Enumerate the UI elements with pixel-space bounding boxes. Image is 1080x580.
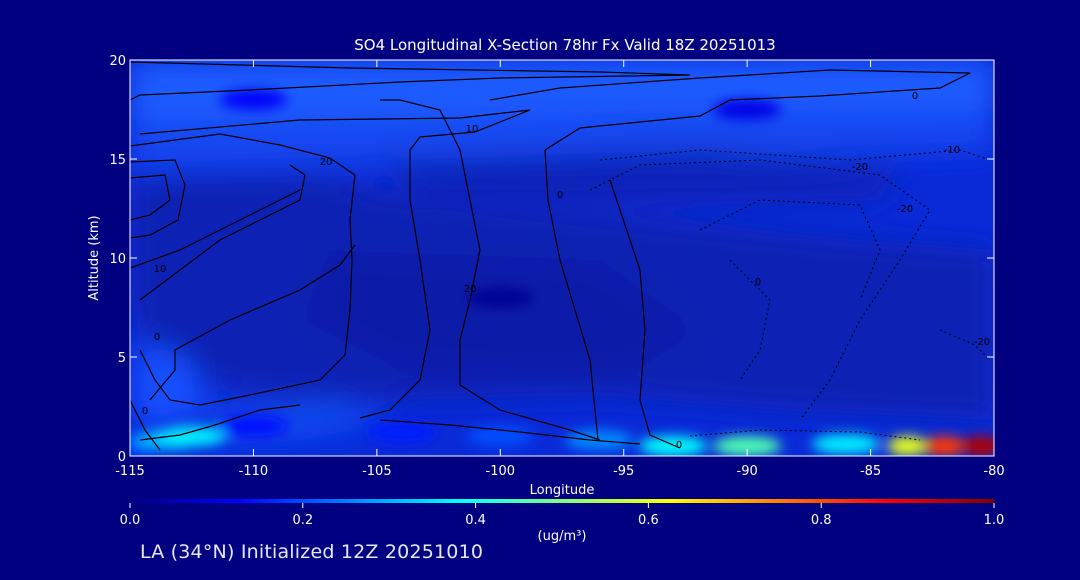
contour-label: 0 <box>676 440 682 451</box>
cross-section-chart: SO4 Longitudinal X-Section 78hr Fx Valid… <box>87 36 1005 544</box>
x-tick-label: -85 <box>860 464 881 479</box>
field-cell <box>811 434 880 455</box>
x-tick-label: -95 <box>613 464 634 479</box>
x-tick-label: -80 <box>983 464 1004 479</box>
y-tick-label: 5 <box>118 351 126 366</box>
y-tick-label: 10 <box>109 252 126 267</box>
colorbar-tick-label: 1.0 <box>984 513 1005 528</box>
y-axis-label: Altitude (km) <box>87 215 102 300</box>
field-cell <box>713 99 782 120</box>
contour-label: -10 <box>944 145 960 156</box>
x-tick-label: -100 <box>486 464 516 479</box>
colorbar-tick-label: 0.8 <box>811 513 832 528</box>
colorbar-ticks: 0.0 0.2 0.4 0.6 0.8 1.0 <box>120 503 1005 528</box>
field-cell <box>924 436 965 456</box>
contour-label: 0 <box>154 332 160 343</box>
colorbar-bar <box>130 499 994 503</box>
initialization-caption: LA (34°N) Initialized 12Z 20251010 <box>140 541 484 563</box>
colorbar-tick-label: 0.0 <box>120 513 141 528</box>
colorbar-tick-label: 0.6 <box>638 513 659 528</box>
field-bands <box>130 60 994 445</box>
colorbar-unit: (ug/m³) <box>538 529 587 544</box>
contour-label: -20 <box>852 162 868 173</box>
figure: SO4 Longitudinal X-Section 78hr Fx Valid… <box>0 0 1080 576</box>
chart-title: SO4 Longitudinal X-Section 78hr Fx Valid… <box>354 36 775 54</box>
field-cell <box>887 436 928 456</box>
contour-label: 0 <box>912 91 918 102</box>
contour-label: 20 <box>464 284 477 295</box>
colorbar: 0.0 0.2 0.4 0.6 0.8 1.0 (ug/m³) <box>120 499 1005 544</box>
field-cell <box>219 89 288 110</box>
contour-label: 0 <box>142 406 148 417</box>
concentration-field <box>130 60 994 456</box>
field-cell <box>639 436 708 456</box>
y-tick-label: 15 <box>109 153 126 168</box>
x-tick-label: -90 <box>737 464 758 479</box>
field-cell <box>466 287 535 308</box>
x-axis-label: Longitude <box>530 483 595 498</box>
contour-label: 0 <box>557 190 563 201</box>
contour-label: 0 <box>755 277 761 288</box>
contour-label: 10 <box>466 124 479 135</box>
x-tick-label: -110 <box>239 464 269 479</box>
x-tick-label: -105 <box>362 464 392 479</box>
y-tick-label: 20 <box>109 54 126 69</box>
field-cell <box>466 426 535 447</box>
x-tick-label: -115 <box>115 464 145 479</box>
field-cell <box>367 422 436 443</box>
y-tick-label: 0 <box>118 450 126 465</box>
contour-label: 20 <box>320 157 333 168</box>
colorbar-tick-label: 0.2 <box>292 513 313 528</box>
contour-label: 10 <box>154 264 167 275</box>
contour-label: -20 <box>974 337 990 348</box>
contour-label: -20 <box>897 204 913 215</box>
field-cell <box>961 436 994 456</box>
field-cell <box>219 416 288 437</box>
colorbar-tick-label: 0.4 <box>465 513 486 528</box>
